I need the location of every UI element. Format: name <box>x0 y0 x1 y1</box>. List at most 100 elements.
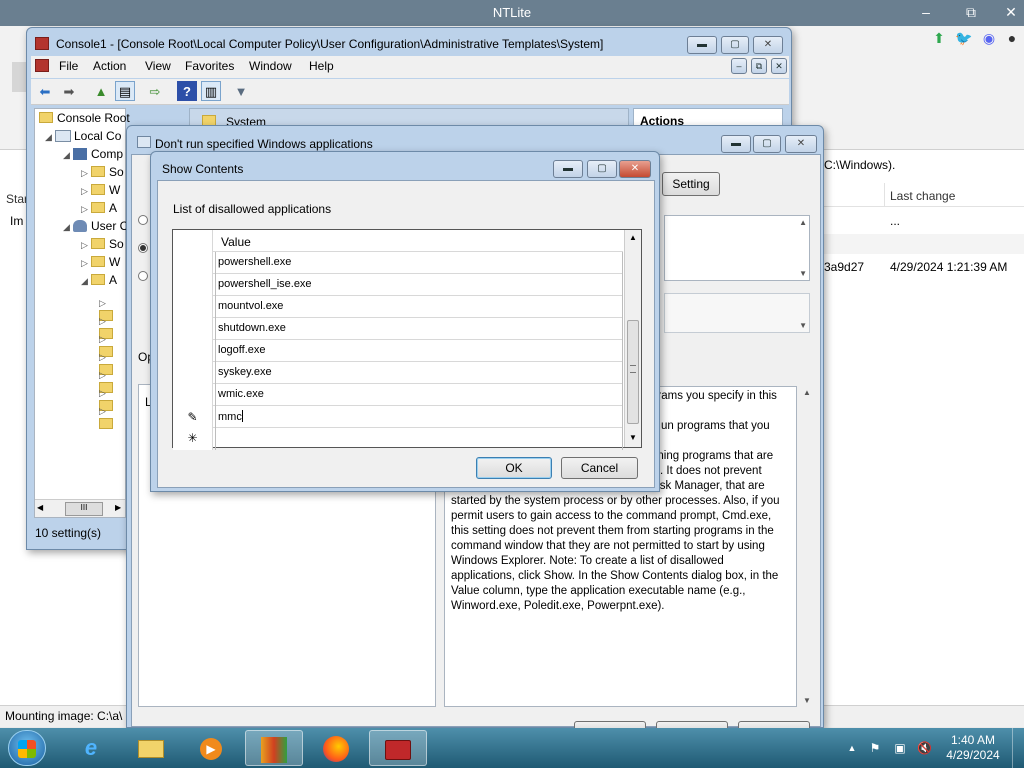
grid-row-new[interactable]: ✳ <box>173 428 623 450</box>
tree-comp-windows-settings[interactable]: ▷ W <box>81 183 120 197</box>
row-header[interactable] <box>173 362 213 384</box>
grid-scroll-thumb[interactable] <box>627 320 639 424</box>
tree-horizontal-scrollbar[interactable]: ◀ III ▶ <box>35 499 125 517</box>
show-desktop-button[interactable] <box>1012 728 1024 768</box>
grid-row[interactable]: mountvol.exe <box>173 296 623 318</box>
collapsed-arrow-icon[interactable]: ▷ <box>81 258 91 269</box>
collapsed-arrow-icon[interactable]: ▷ <box>81 204 91 215</box>
mdi-minimize-button[interactable]: – <box>731 58 747 74</box>
mdi-close-button[interactable]: ✕ <box>771 58 787 74</box>
tree-user-admin-templates[interactable]: ◢ A <box>81 273 117 287</box>
tree-computer-configuration[interactable]: ◢ Comp <box>63 147 123 161</box>
help-scrollbar[interactable]: ▲ ▼ <box>800 386 816 707</box>
mdi-restore-button[interactable]: ⧉ <box>751 58 767 74</box>
ntlite-minimize-button[interactable]: – <box>916 3 936 21</box>
volume-muted-icon[interactable]: 🔇 <box>917 741 932 755</box>
collapsed-arrow-icon[interactable]: ▷ <box>81 240 91 251</box>
scroll-down-icon[interactable]: ▼ <box>803 696 811 705</box>
grid-cell-value[interactable]: syskey.exe <box>215 362 623 384</box>
tree-local-computer-policy[interactable]: ◢ Local Co <box>45 129 121 143</box>
grid-cell-value[interactable]: logoff.exe <box>215 340 623 362</box>
row-header[interactable] <box>173 340 213 362</box>
row-header[interactable] <box>173 384 213 406</box>
tree-subfolder[interactable]: ▷ <box>99 295 125 321</box>
tree-scroll-thumb[interactable]: III <box>65 502 103 516</box>
collapsed-arrow-icon[interactable]: ▷ <box>99 334 109 345</box>
enabled-radio[interactable] <box>138 243 148 253</box>
start-button[interactable] <box>8 730 46 766</box>
row-header[interactable] <box>173 296 213 318</box>
collapsed-arrow-icon[interactable]: ▷ <box>81 168 91 179</box>
row-header[interactable] <box>173 318 213 340</box>
show-hide-tree-icon[interactable]: ▤ <box>115 81 135 101</box>
discord-icon[interactable]: ◉ <box>980 29 998 47</box>
mmc-document-icon[interactable] <box>35 59 49 72</box>
console1-maximize-button[interactable]: ▢ <box>721 36 749 54</box>
grid-cell-value[interactable]: powershell_ise.exe <box>215 274 623 296</box>
update-arrow-icon[interactable]: ⬆ <box>930 29 948 47</box>
expanded-arrow-icon[interactable]: ◢ <box>63 222 73 233</box>
tree-comp-admin-templates[interactable]: ▷ A <box>81 201 117 215</box>
ntlite-col-last-change[interactable]: Last change <box>890 189 955 203</box>
github-icon[interactable]: ● <box>1003 29 1021 47</box>
collapsed-arrow-icon[interactable]: ▷ <box>81 186 91 197</box>
grid-row[interactable]: wmic.exe <box>173 384 623 406</box>
grid-cell-value[interactable]: shutdown.exe <box>215 318 623 340</box>
up-folder-icon[interactable]: ▲ <box>91 81 111 101</box>
setting-button[interactable]: Setting <box>662 172 720 196</box>
action-center-flag-icon[interactable]: ⚑ <box>868 741 882 755</box>
menu-favorites[interactable]: Favorites <box>185 59 234 73</box>
collapsed-arrow-icon[interactable]: ▷ <box>99 316 109 327</box>
grid-row[interactable]: powershell_ise.exe <box>173 274 623 296</box>
scroll-up-icon[interactable]: ▲ <box>803 388 811 397</box>
tray-overflow-icon[interactable]: ▲ <box>845 741 859 755</box>
expanded-arrow-icon[interactable]: ◢ <box>81 276 91 287</box>
console1-minimize-button[interactable]: ▬ <box>687 36 717 54</box>
collapsed-arrow-icon[interactable]: ▷ <box>99 352 109 363</box>
network-icon[interactable]: ▣ <box>893 741 907 755</box>
collapsed-arrow-icon[interactable]: ▷ <box>99 298 109 309</box>
grid-row-editing[interactable]: ✎ mmc <box>173 406 623 428</box>
scroll-left-icon[interactable]: ◀ <box>37 503 43 512</box>
menu-view[interactable]: View <box>145 59 171 73</box>
tree-user-windows-settings[interactable]: ▷ W <box>81 255 120 269</box>
ntlite-close-button[interactable]: ✕ <box>1001 3 1021 21</box>
scroll-up-icon[interactable]: ▲ <box>799 218 807 227</box>
menu-action[interactable]: Action <box>93 59 126 73</box>
filter-icon[interactable]: ▼ <box>231 81 251 101</box>
media-player-icon[interactable]: ▶ <box>182 730 240 766</box>
expanded-arrow-icon[interactable]: ◢ <box>63 150 73 161</box>
ntlite-row-date[interactable]: 4/29/2024 1:21:39 AM <box>890 260 1007 274</box>
help-icon[interactable]: ? <box>177 81 197 101</box>
ie-icon[interactable]: e <box>62 730 120 766</box>
not-configured-radio[interactable] <box>138 215 148 225</box>
disabled-radio[interactable] <box>138 271 148 281</box>
menu-help[interactable]: Help <box>309 59 334 73</box>
policy-close-button[interactable]: ✕ <box>785 135 817 153</box>
grid-cell-value[interactable]: mountvol.exe <box>215 296 623 318</box>
twitter-icon[interactable]: 🐦 <box>955 29 973 47</box>
scroll-down-icon[interactable]: ▼ <box>629 433 637 442</box>
explorer-icon[interactable] <box>122 730 180 766</box>
grid-vertical-scrollbar[interactable]: ▲ ▼ <box>624 230 641 447</box>
scroll-down-icon[interactable]: ▼ <box>799 269 807 278</box>
show-maximize-button[interactable]: ▢ <box>587 160 617 178</box>
show-close-button[interactable]: ✕ <box>619 160 651 178</box>
menu-window[interactable]: Window <box>249 59 292 73</box>
collapsed-arrow-icon[interactable]: ▷ <box>99 406 109 417</box>
grid-cell-value[interactable]: powershell.exe <box>215 252 623 274</box>
scroll-right-icon[interactable]: ▶ <box>115 503 121 512</box>
grid-cell-new[interactable] <box>215 428 623 450</box>
firefox-icon[interactable] <box>307 730 365 766</box>
toolbox-icon[interactable] <box>369 730 427 766</box>
ntlite-restore-button[interactable]: ⧉ <box>961 3 981 21</box>
grid-row[interactable]: syskey.exe <box>173 362 623 384</box>
ntlite-row-hash[interactable]: 3a9d27 <box>824 260 864 274</box>
row-header[interactable] <box>173 252 213 274</box>
show-minimize-button[interactable]: ▬ <box>553 160 583 178</box>
tree-comp-software-settings[interactable]: ▷ So <box>81 165 124 179</box>
forward-arrow-icon[interactable]: ➡ <box>59 81 79 101</box>
console1-close-button[interactable]: ✕ <box>753 36 783 54</box>
back-arrow-icon[interactable]: ⬅ <box>35 81 55 101</box>
grid-row[interactable]: logoff.exe <box>173 340 623 362</box>
